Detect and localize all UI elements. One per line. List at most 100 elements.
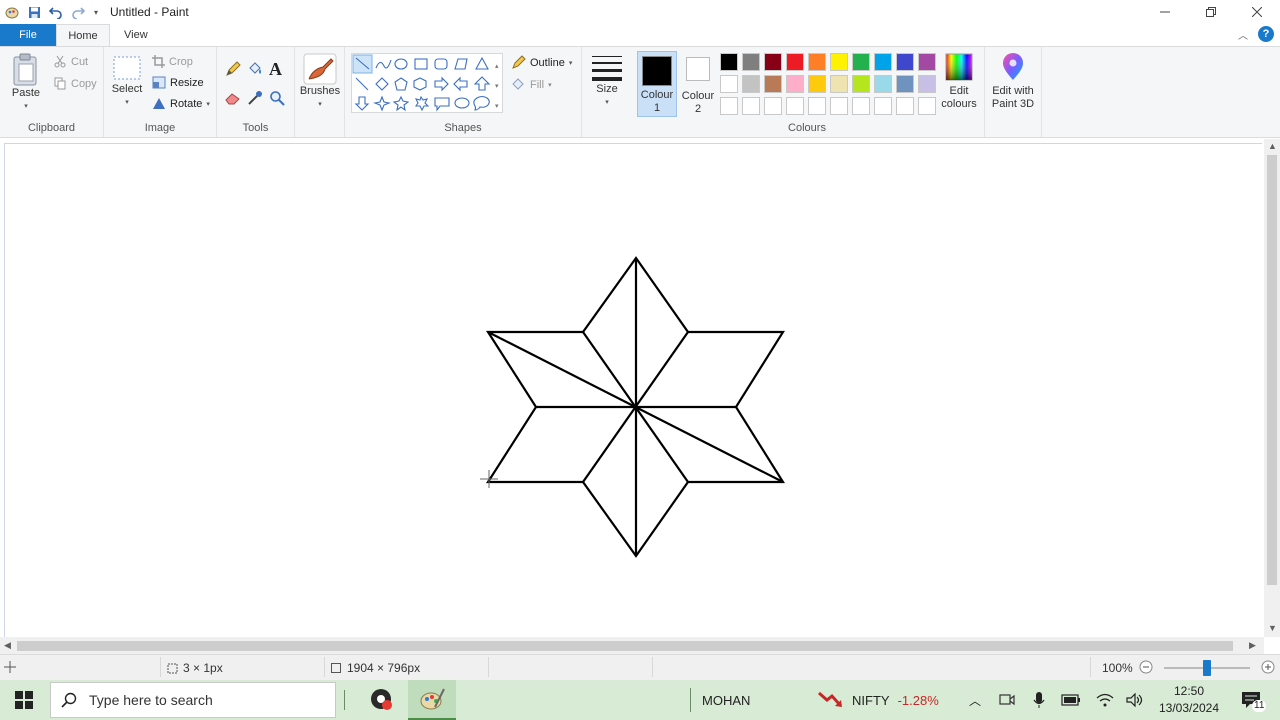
tab-home[interactable]: Home xyxy=(56,24,110,46)
battery-icon[interactable] xyxy=(1060,680,1082,720)
paste-button[interactable]: Paste ▾ xyxy=(8,53,44,113)
taskbar-search[interactable]: Type here to search xyxy=(50,682,336,718)
scroll-right-icon[interactable]: ▶ xyxy=(1249,640,1256,651)
wifi-icon[interactable] xyxy=(1094,680,1116,720)
colour-swatch[interactable] xyxy=(808,97,826,115)
colour-swatch[interactable] xyxy=(896,75,914,93)
scroll-left-icon[interactable]: ◀ xyxy=(4,640,11,651)
colour-swatch[interactable] xyxy=(786,97,804,115)
taskbar-clock[interactable]: 12:50 13/03/2024 xyxy=(1152,683,1226,717)
colour-swatch[interactable] xyxy=(874,97,892,115)
colour2-button[interactable]: Colour 2 xyxy=(680,51,716,116)
drawing-canvas[interactable] xyxy=(4,143,1262,637)
minimize-icon[interactable] xyxy=(1142,0,1188,24)
tab-view[interactable]: View xyxy=(110,24,162,46)
colour-swatch[interactable] xyxy=(786,53,804,71)
fill-bucket-icon[interactable] xyxy=(247,61,263,77)
tools-group: A Tools xyxy=(217,47,295,137)
horizontal-scrollbar[interactable]: ◀ ▶ xyxy=(0,637,1264,654)
colour-swatch[interactable] xyxy=(764,97,782,115)
meet-now-icon[interactable] xyxy=(998,680,1016,720)
shapes-gallery xyxy=(351,53,503,113)
colour-swatch[interactable] xyxy=(808,53,826,71)
start-button[interactable] xyxy=(0,680,48,720)
paint-app-icon xyxy=(4,4,20,20)
colour-swatch[interactable] xyxy=(896,97,914,115)
collapse-ribbon-icon[interactable]: ︿ xyxy=(1238,27,1248,42)
colour-swatch[interactable] xyxy=(764,53,782,71)
colour-swatch[interactable] xyxy=(720,97,738,115)
colour-swatch[interactable] xyxy=(742,97,760,115)
colour-picker-icon[interactable] xyxy=(247,90,263,106)
undo-icon[interactable] xyxy=(48,4,64,20)
colour-swatch[interactable] xyxy=(742,53,760,71)
status-bar: 3 × 1px 1904 × 796px 100% xyxy=(0,654,1280,680)
colour-swatch[interactable] xyxy=(830,53,848,71)
size-button[interactable]: Size ▾ xyxy=(588,53,626,109)
text-icon[interactable]: A xyxy=(269,59,282,80)
notifications-button[interactable]: 11 xyxy=(1236,680,1267,720)
colour-swatch[interactable] xyxy=(896,53,914,71)
colour-swatch[interactable] xyxy=(720,53,738,71)
colour-swatch[interactable] xyxy=(918,97,936,115)
magnifier-icon[interactable] xyxy=(269,90,285,106)
taskbar-app-paint[interactable] xyxy=(408,680,456,720)
colour-swatch[interactable] xyxy=(874,75,892,93)
colour-swatch[interactable] xyxy=(720,75,738,93)
vertical-scroll-thumb[interactable] xyxy=(1267,155,1277,585)
edit-colours-button[interactable]: Edit colours xyxy=(940,53,978,111)
cut-button[interactable]: Cut xyxy=(54,55,88,68)
show-hidden-icons-icon[interactable]: ︿ xyxy=(966,680,984,720)
taskbar-app-recorder[interactable] xyxy=(358,680,406,720)
brushes-button[interactable]: Brushes ▾ xyxy=(299,53,341,111)
colour-swatch[interactable] xyxy=(918,75,936,93)
fill-button[interactable]: Fill ▾ xyxy=(511,77,552,92)
scroll-down-icon[interactable]: ▼ xyxy=(1268,623,1277,633)
colour-swatch[interactable] xyxy=(852,75,870,93)
zoom-slider-thumb[interactable] xyxy=(1203,660,1211,676)
zoom-out-icon[interactable] xyxy=(1139,660,1153,674)
horizontal-scroll-thumb[interactable] xyxy=(17,641,1233,651)
tab-file[interactable]: File xyxy=(0,24,56,46)
save-icon[interactable] xyxy=(26,4,42,20)
colour-swatch[interactable] xyxy=(874,53,892,71)
stock-widget[interactable]: NIFTY -1.28% xyxy=(818,680,939,720)
zoom-slider[interactable] xyxy=(1164,660,1250,676)
colour-swatch[interactable] xyxy=(852,97,870,115)
copy-button[interactable]: Copy xyxy=(54,77,97,90)
help-icon[interactable]: ? xyxy=(1258,26,1274,42)
image-size-icon xyxy=(330,662,342,674)
colour-swatch[interactable] xyxy=(852,53,870,71)
rotate-button[interactable]: Rotate ▾ xyxy=(152,97,210,110)
crop-icon xyxy=(152,55,165,68)
colour2-swatch xyxy=(686,57,710,81)
colour-swatch[interactable] xyxy=(830,97,848,115)
taskbar-user[interactable]: MOHAN xyxy=(702,680,750,720)
zoom-in-icon[interactable] xyxy=(1261,660,1275,674)
colour-swatch[interactable] xyxy=(786,75,804,93)
colour-swatch[interactable] xyxy=(764,75,782,93)
redo-icon[interactable] xyxy=(70,4,86,20)
pencil-icon[interactable] xyxy=(225,61,241,77)
shapes-scroll[interactable]: ▴ ▾ ▾ xyxy=(495,57,499,117)
colours-group: Colour 1 Colour 2 Edit colours Colours E… xyxy=(632,47,1042,137)
colour-swatch[interactable] xyxy=(742,75,760,93)
colour-swatch[interactable] xyxy=(830,75,848,93)
close-icon[interactable] xyxy=(1234,0,1280,24)
select-button[interactable]: Select ▾ xyxy=(110,55,144,109)
vertical-scrollbar[interactable]: ▲ ▼ xyxy=(1264,139,1280,637)
colour-swatch[interactable] xyxy=(808,75,826,93)
scroll-up-icon[interactable]: ▲ xyxy=(1268,141,1277,151)
outline-button[interactable]: Outline ▾ xyxy=(511,55,572,70)
edit-with-paint3d-button[interactable]: Edit with Paint 3D xyxy=(988,53,1038,111)
crop-button[interactable]: Crop xyxy=(152,55,193,68)
restore-icon[interactable] xyxy=(1188,0,1234,24)
colour-swatch[interactable] xyxy=(918,53,936,71)
microphone-icon[interactable] xyxy=(1030,680,1048,720)
eraser-icon[interactable] xyxy=(225,91,241,105)
resize-button[interactable]: Resize xyxy=(152,76,204,89)
colour1-button[interactable]: Colour 1 xyxy=(637,51,677,117)
customize-icon[interactable]: ▾ xyxy=(92,4,100,20)
canvas-drawing xyxy=(480,256,785,558)
volume-icon[interactable] xyxy=(1124,680,1146,720)
